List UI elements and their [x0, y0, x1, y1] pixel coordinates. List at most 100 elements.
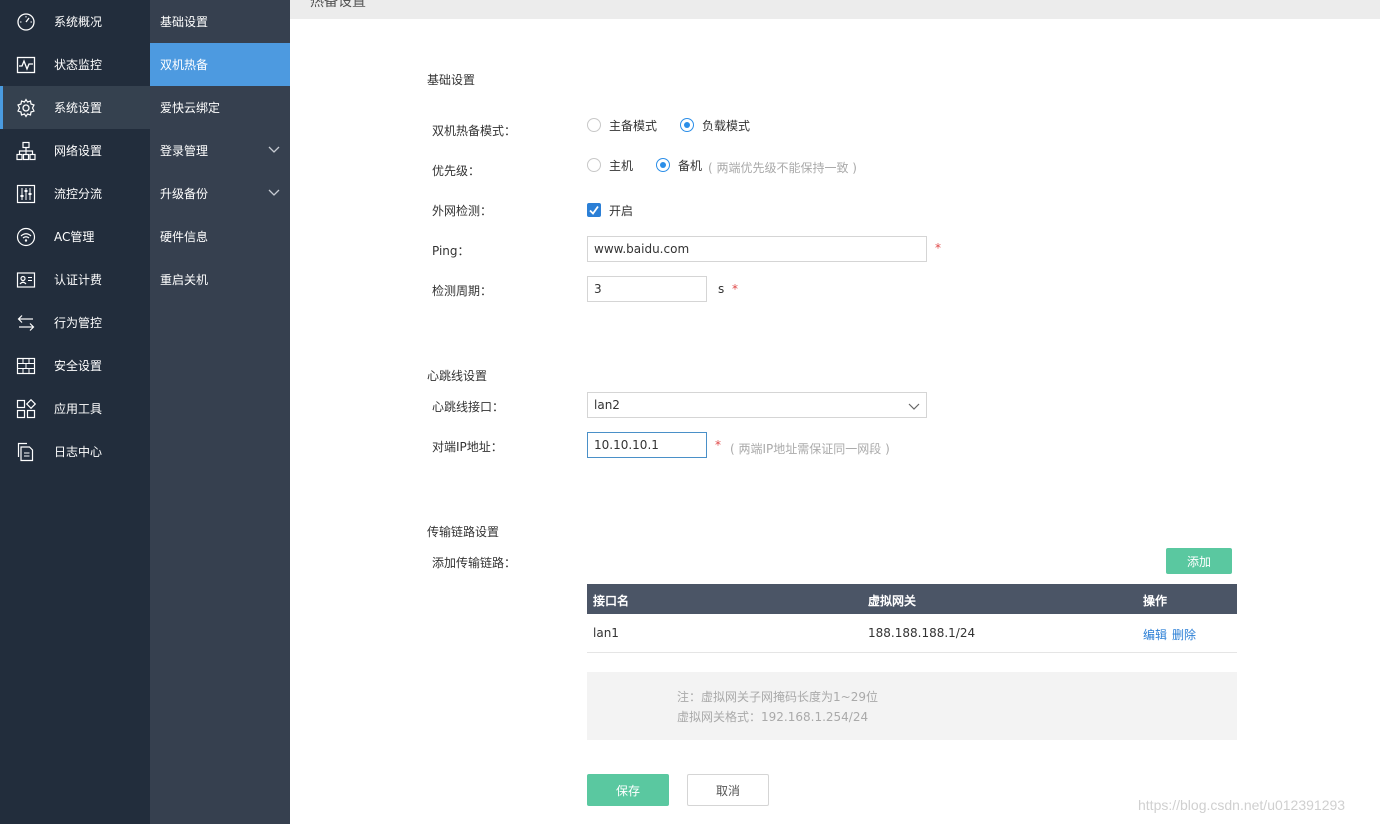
apps-icon [15, 398, 37, 420]
cell-gateway: 188.188.188.1/24 [868, 626, 976, 640]
wifi-icon [15, 226, 37, 248]
transport-table: 接口名 虚拟网关 操作 lan1 188.188.188.1/24 编辑 删除 [587, 584, 1237, 653]
peer-ip-label: 对端IP地址： [432, 440, 503, 454]
mode-label: 双机热备模式： [432, 124, 517, 138]
peer-ip-input[interactable] [587, 432, 707, 458]
sidebar-item-label: 安全设置 [54, 359, 103, 373]
table-row: lan1 188.188.188.1/24 编辑 删除 [587, 614, 1237, 653]
subnav-item-label: 重启关机 [160, 273, 209, 287]
required-mark: * [935, 241, 941, 255]
sidebar-item-label: 系统概况 [54, 15, 103, 29]
add-transport-label: 添加传输链路： [432, 556, 517, 570]
page-title: 热备设置 [310, 0, 366, 10]
peer-ip-hint: ( 两端IP地址需保证同一网段 ) [730, 442, 890, 456]
ping-input[interactable] [587, 236, 927, 262]
sidebar-item-label: 应用工具 [54, 402, 103, 416]
interval-label: 检测周期： [432, 284, 493, 298]
sidebar-item-security[interactable]: 安全设置 [0, 344, 150, 387]
subnav-item-hot-standby[interactable]: 双机热备 [150, 43, 290, 86]
document-icon [15, 441, 37, 463]
wan-check-checkbox[interactable] [587, 203, 601, 217]
watermark: https://blog.csdn.net/u012391293 [1138, 797, 1346, 813]
interval-unit: s [718, 282, 725, 296]
swap-icon [15, 312, 37, 334]
sidebar-item-label: 状态监控 [54, 58, 103, 72]
sidebar-item-tools[interactable]: 应用工具 [0, 387, 150, 430]
wan-check-label: 外网检测： [432, 204, 493, 218]
priority-label: 优先级： [432, 164, 481, 178]
subnav-item-label: 升级备份 [160, 187, 209, 201]
network-icon [15, 140, 37, 162]
add-transport-button[interactable]: 添加 [1166, 548, 1232, 574]
subnav-item-reboot-shutdown[interactable]: 重启关机 [150, 258, 290, 301]
subnav-item-cloud-binding[interactable]: 爱快云绑定 [150, 86, 290, 129]
subnav-item-login-management[interactable]: 登录管理 [150, 129, 290, 172]
heartbeat-iface-label: 心跳线接口： [432, 400, 505, 414]
sidebar-item-system-settings[interactable]: 系统设置 [0, 86, 150, 129]
gateway-note-box: 注：虚拟网关子网掩码长度为1~29位 虚拟网关格式：192.168.1.254/… [587, 672, 1237, 740]
heartbeat-section-title: 心跳线设置 [427, 369, 488, 383]
sidebar-item-overview[interactable]: 系统概况 [0, 0, 150, 43]
sidebar-item-label: AC管理 [54, 230, 95, 244]
primary-sidebar: 系统概况 状态监控 系统设置 网络设置 流控分流 AC管理 认证计费 行为管控 … [0, 0, 150, 824]
id-card-icon [15, 269, 37, 291]
subnav-item-label: 基础设置 [160, 15, 209, 29]
priority-option-label: 备机 [678, 159, 703, 173]
sidebar-item-label: 日志中心 [54, 445, 103, 459]
subnav-item-label: 爱快云绑定 [160, 101, 221, 115]
dashboard-icon [15, 11, 37, 33]
sidebar-item-log-center[interactable]: 日志中心 [0, 430, 150, 473]
mode-load-balance-radio[interactable] [680, 118, 694, 132]
sidebar-item-monitor[interactable]: 状态监控 [0, 43, 150, 86]
interval-input[interactable] [587, 276, 707, 302]
sidebar-item-label: 认证计费 [54, 273, 103, 287]
page-header: 热备设置 [290, 0, 1380, 19]
column-header-gateway: 虚拟网关 [868, 594, 917, 608]
subnav-item-basic[interactable]: 基础设置 [150, 0, 290, 43]
note-line: 注：虚拟网关子网掩码长度为1~29位 [677, 690, 878, 704]
column-header-actions: 操作 [1143, 594, 1168, 608]
firewall-icon [15, 355, 37, 377]
required-mark: * [732, 282, 738, 296]
ping-label: Ping： [432, 244, 470, 258]
priority-option-label: 主机 [609, 159, 634, 173]
wan-check-option-label: 开启 [609, 204, 634, 218]
chevron-down-icon [908, 400, 920, 415]
delete-link[interactable]: 删除 [1172, 626, 1196, 643]
column-header-iface: 接口名 [593, 594, 630, 608]
basic-section-title: 基础设置 [427, 73, 476, 87]
sidebar-item-behavior-control[interactable]: 行为管控 [0, 301, 150, 344]
sliders-icon [15, 183, 37, 205]
table-header: 接口名 虚拟网关 操作 [587, 584, 1237, 614]
sidebar-item-auth-billing[interactable]: 认证计费 [0, 258, 150, 301]
subnav-item-label: 硬件信息 [160, 230, 209, 244]
heartbeat-iface-value: lan2 [594, 398, 620, 412]
cell-iface: lan1 [593, 626, 619, 640]
chevron-down-icon [268, 143, 280, 158]
subnav-item-label: 双机热备 [160, 58, 209, 72]
priority-backup-radio[interactable] [656, 158, 670, 172]
chevron-down-icon [268, 186, 280, 201]
edit-link[interactable]: 编辑 [1143, 626, 1167, 643]
mode-active-standby-radio[interactable] [587, 118, 601, 132]
mode-option-label: 主备模式 [609, 119, 658, 133]
subnav-item-upgrade-backup[interactable]: 升级备份 [150, 172, 290, 215]
sidebar-item-label: 行为管控 [54, 316, 103, 330]
sidebar-item-ac[interactable]: AC管理 [0, 215, 150, 258]
save-button[interactable]: 保存 [587, 774, 669, 806]
required-mark: * [715, 438, 721, 452]
mode-option-label: 负载模式 [702, 119, 751, 133]
subnav-item-label: 登录管理 [160, 144, 209, 158]
heartbeat-iface-select[interactable]: lan2 [587, 392, 927, 418]
secondary-sidebar: 基础设置 双机热备 爱快云绑定 登录管理 升级备份 硬件信息 重启关机 [150, 0, 290, 824]
monitor-icon [15, 54, 37, 76]
note-line: 虚拟网关格式：192.168.1.254/24 [677, 710, 869, 724]
priority-hint: ( 两端优先级不能保持一致 ) [708, 161, 857, 175]
sidebar-item-label: 网络设置 [54, 144, 103, 158]
gear-icon [15, 97, 37, 119]
cancel-button[interactable]: 取消 [687, 774, 769, 806]
subnav-item-hardware-info[interactable]: 硬件信息 [150, 215, 290, 258]
sidebar-item-network[interactable]: 网络设置 [0, 129, 150, 172]
priority-master-radio[interactable] [587, 158, 601, 172]
sidebar-item-traffic-control[interactable]: 流控分流 [0, 172, 150, 215]
